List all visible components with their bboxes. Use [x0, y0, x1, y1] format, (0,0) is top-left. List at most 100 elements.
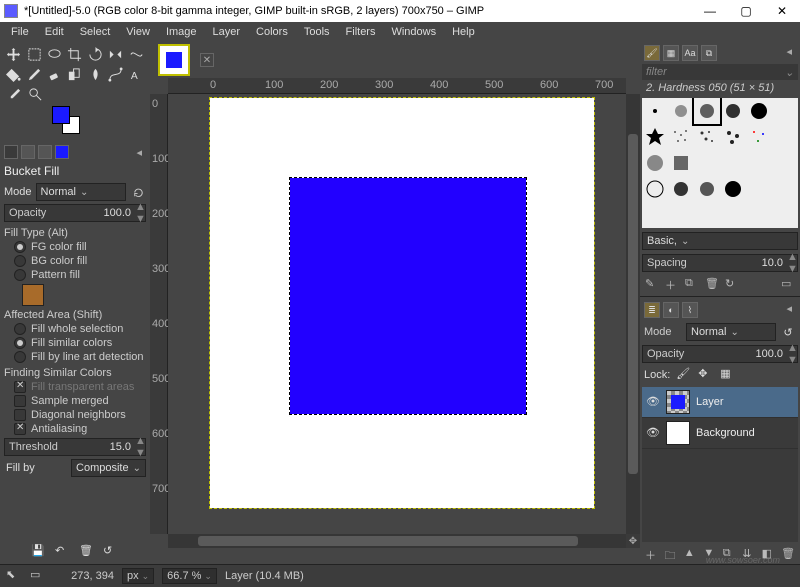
new-brush-icon[interactable]: ＋ [665, 277, 679, 291]
layer-row[interactable]: 👁 Background [642, 418, 798, 449]
restore-preset-icon[interactable]: ↶ [55, 544, 71, 560]
dock-menu-icon[interactable]: ◂ [132, 146, 146, 159]
maximize-button[interactable]: ▢ [728, 0, 764, 22]
canvas-blue-layer[interactable] [290, 178, 526, 414]
unit-combo[interactable]: px [122, 568, 154, 584]
menu-tools[interactable]: Tools [297, 24, 337, 40]
fill-fg-radio[interactable]: FG color fill [0, 240, 150, 254]
fillby-combo[interactable]: Composite [71, 459, 146, 477]
channels-tab[interactable]: ◐ [663, 302, 679, 318]
antialiasing-check[interactable]: Antialiasing [0, 422, 150, 436]
layer-name[interactable]: Layer [696, 396, 724, 408]
color-swatch[interactable] [52, 106, 88, 138]
image-tab[interactable] [158, 44, 190, 76]
navigation-icon[interactable]: ✥ [626, 534, 640, 548]
color-picker-tool-icon[interactable] [6, 86, 22, 102]
edit-brush-icon[interactable]: ✎ [645, 277, 659, 291]
warp-tool-icon[interactable] [129, 46, 144, 62]
brush-category-combo[interactable]: Basic, [642, 232, 798, 250]
clone-tool-icon[interactable] [67, 66, 82, 82]
fill-bg-radio[interactable]: BG color fill [0, 254, 150, 268]
layer-mode-reset-icon[interactable]: ↺ [780, 324, 796, 340]
lock-pixels-icon[interactable]: 🖌 [676, 367, 692, 383]
text-tool-icon[interactable]: A [129, 66, 144, 82]
image-tab-close-icon[interactable]: ✕ [200, 53, 214, 67]
brush-dock-menu-icon[interactable]: ◂ [782, 45, 796, 61]
menu-filters[interactable]: Filters [339, 24, 383, 40]
menu-windows[interactable]: Windows [384, 24, 443, 40]
open-brush-icon[interactable]: ▭ [781, 277, 795, 291]
brushes-tab[interactable]: 🖌 [644, 45, 660, 61]
layer-mode-combo[interactable]: Normal [686, 323, 776, 341]
fill-lineart-radio[interactable]: Fill by line art detection [0, 350, 150, 364]
crop-tool-icon[interactable] [67, 46, 82, 62]
save-preset-icon[interactable]: 💾 [31, 544, 47, 560]
refresh-brush-icon[interactable]: ↻ [725, 277, 739, 291]
paint-mode-combo[interactable]: Normal [36, 183, 126, 201]
menu-colors[interactable]: Colors [249, 24, 295, 40]
fill-transparent-check[interactable]: Fill transparent areas [0, 380, 150, 394]
zoom-tool-icon[interactable] [27, 86, 43, 102]
patterns-tab[interactable]: ▦ [663, 45, 679, 61]
paintbrush-tool-icon[interactable] [26, 66, 41, 82]
menu-layer[interactable]: Layer [206, 24, 248, 40]
eraser-tool-icon[interactable] [47, 66, 62, 82]
layers-tab[interactable]: ≣ [644, 302, 660, 318]
brush-spacing-slider[interactable]: Spacing 10.0 ▲▼ [642, 254, 798, 272]
brush-grid[interactable] [642, 98, 798, 228]
quickmask-icon[interactable]: ▭ [30, 568, 46, 584]
raise-layer-icon[interactable]: ▲ [684, 547, 697, 561]
sample-merged-check[interactable]: Sample merged [0, 394, 150, 408]
layer-opacity-slider[interactable]: Opacity 100.0 ▲▼ [642, 345, 798, 363]
foreground-color[interactable] [52, 106, 70, 124]
layer-group-icon[interactable]: 🗀 [664, 547, 677, 561]
menu-edit[interactable]: Edit [38, 24, 71, 40]
menu-help[interactable]: Help [445, 24, 482, 40]
lasso-tool-icon[interactable] [47, 46, 62, 62]
delete-preset-icon[interactable]: 🗑 [79, 544, 95, 560]
lock-alpha-icon[interactable]: ▦ [720, 367, 736, 383]
mode-reset-icon[interactable] [130, 184, 146, 200]
threshold-slider[interactable]: Threshold 15.0 ▲▼ [4, 438, 146, 456]
device-status-tab[interactable] [21, 145, 35, 159]
new-layer-icon[interactable]: ＋ [645, 547, 658, 561]
fill-similar-radio[interactable]: Fill similar colors [0, 336, 150, 350]
bucket-fill-tool-icon[interactable] [6, 66, 21, 82]
images-tab[interactable] [55, 145, 69, 159]
fill-whole-radio[interactable]: Fill whole selection [0, 322, 150, 336]
eye-icon[interactable]: 👁 [646, 426, 660, 440]
reset-preset-icon[interactable]: ↺ [103, 544, 119, 560]
opacity-slider[interactable]: Opacity 100.0 ▲▼ [4, 204, 146, 222]
menu-image[interactable]: Image [159, 24, 204, 40]
layer-name[interactable]: Background [696, 427, 755, 439]
move-tool-icon[interactable] [6, 46, 21, 62]
layer-dock-menu-icon[interactable]: ◂ [782, 302, 796, 318]
smudge-tool-icon[interactable] [88, 66, 103, 82]
pattern-swatch[interactable] [22, 284, 44, 306]
flip-tool-icon[interactable] [108, 46, 123, 62]
scrollbar-horizontal[interactable] [168, 534, 626, 548]
close-button[interactable]: ✕ [764, 0, 800, 22]
menu-view[interactable]: View [119, 24, 157, 40]
tool-options-tab[interactable] [4, 145, 18, 159]
delete-brush-icon[interactable]: 🗑 [705, 277, 719, 291]
ruler-horizontal[interactable]: 0 100 200 300 400 500 600 700 [168, 78, 626, 94]
lock-position-icon[interactable]: ✥ [698, 367, 714, 383]
eye-icon[interactable]: 👁 [646, 395, 660, 409]
rotate-tool-icon[interactable] [88, 46, 103, 62]
layer-row[interactable]: 👁 Layer [642, 387, 798, 418]
duplicate-brush-icon[interactable]: ⧉ [685, 277, 699, 291]
canvas-viewport[interactable] [168, 94, 626, 534]
diagonal-neighbors-check[interactable]: Diagonal neighbors [0, 408, 150, 422]
delete-layer-icon[interactable]: 🗑 [781, 547, 795, 561]
minimize-button[interactable]: — [692, 0, 728, 22]
fill-pattern-radio[interactable]: Pattern fill [0, 268, 150, 282]
path-tool-icon[interactable] [108, 66, 123, 82]
undo-history-tab[interactable] [38, 145, 52, 159]
ruler-vertical[interactable]: 0 100 200 300 400 500 600 700 [150, 94, 168, 534]
canvas-page[interactable] [210, 98, 594, 508]
menu-select[interactable]: Select [73, 24, 118, 40]
history-tab[interactable]: ⧉ [701, 45, 717, 61]
zoom-combo[interactable]: 66.7 % [162, 568, 217, 584]
fonts-tab[interactable]: Aa [682, 45, 698, 61]
